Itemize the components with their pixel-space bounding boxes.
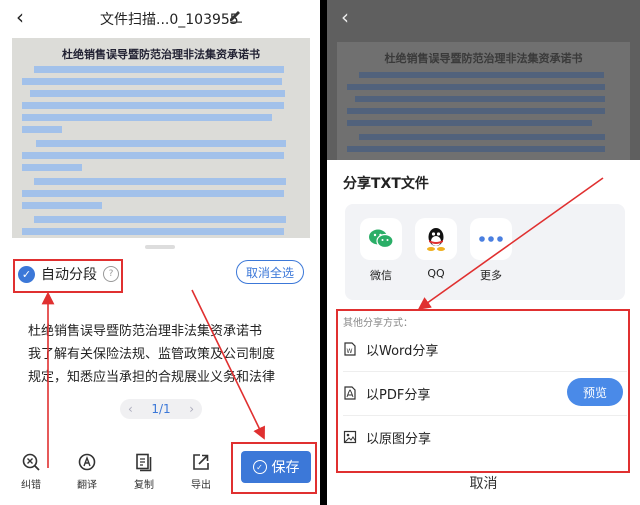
highlight-line — [359, 134, 605, 140]
highlight-line — [22, 102, 284, 109]
copy-icon — [136, 453, 152, 472]
cancel-button[interactable]: 取消 — [327, 473, 640, 493]
toolbar-correct-button[interactable]: 纠错 — [11, 452, 51, 491]
highlight-line — [22, 152, 284, 159]
edit-pencil-icon[interactable] — [228, 7, 244, 23]
highlight-line — [347, 84, 605, 90]
share-qq-button[interactable]: QQ — [414, 218, 458, 280]
highlight-line — [34, 178, 286, 185]
text-line: 规定，知悉应当承担的合规展业义务和法律 — [28, 370, 276, 385]
highlight-line — [22, 114, 272, 121]
toolbar-export-button[interactable]: 导出 — [181, 452, 221, 491]
highlight-line — [34, 66, 284, 73]
text-line: 我了解有关保险法规、监管政策及公司制度 — [28, 347, 276, 362]
recognized-text[interactable]: 杜绝销售误导暨防范治理非法集资承诺书 我了解有关保险法规、监管政策及公司制度 规… — [28, 320, 298, 389]
right-screen: ‹ 杜绝销售误导暨防范治理非法集资承诺书 分享TXT文件 微信 QQ 更多 其他… — [327, 0, 640, 505]
highlight-line — [22, 190, 284, 197]
translate-icon — [78, 453, 96, 471]
back-arrow-icon[interactable]: ‹ — [16, 7, 24, 27]
left-screen: ‹ 文件扫描...0_103955 杜绝销售误导暨防范治理非法集资承诺书 ✓ 自… — [0, 0, 320, 505]
highlight-line — [22, 228, 284, 235]
toolbar-label: 导出 — [191, 480, 211, 491]
share-apps-row: 微信 QQ 更多 — [345, 204, 625, 300]
correct-icon — [22, 453, 40, 471]
highlight-line — [22, 164, 82, 171]
app-label: 更多 — [480, 269, 502, 282]
page-indicator: ‹ 1/1 › — [120, 399, 202, 419]
annotation-box-save — [231, 442, 317, 494]
text-line: 杜绝销售误导暨防范治理非法集资承诺书 — [28, 324, 263, 339]
highlight-line — [22, 202, 102, 209]
export-icon — [193, 454, 209, 470]
toolbar-copy-button[interactable]: 复制 — [124, 452, 164, 491]
next-page-icon[interactable]: › — [189, 402, 194, 416]
scanned-document-image: 杜绝销售误导暨防范治理非法集资承诺书 — [12, 38, 310, 238]
top-bar: ‹ 文件扫描...0_103955 — [0, 0, 320, 36]
annotation-box-auto-paragraph — [13, 259, 123, 293]
highlight-line — [347, 146, 605, 152]
highlight-line — [22, 126, 62, 133]
page-number: 1/1 — [151, 402, 171, 416]
highlight-line — [22, 78, 282, 85]
highlight-line — [30, 90, 285, 97]
share-more-button[interactable]: 更多 — [469, 218, 513, 283]
share-wechat-button[interactable]: 微信 — [359, 218, 403, 283]
dimmed-document-image: 杜绝销售误导暨防范治理非法集资承诺书 — [337, 42, 630, 160]
app-label: QQ — [427, 267, 445, 280]
dimmed-background[interactable]: ‹ 杜绝销售误导暨防范治理非法集资承诺书 — [327, 0, 640, 160]
highlight-line — [347, 120, 592, 126]
wechat-icon — [360, 218, 402, 260]
deselect-all-button[interactable]: 取消全选 — [236, 260, 304, 284]
highlight-line — [36, 140, 286, 147]
toolbar-label: 纠错 — [21, 480, 41, 491]
back-arrow-icon[interactable]: ‹ — [341, 7, 349, 27]
text-result-sheet: ✓ 自动分段 ? 取消全选 杜绝销售误导暨防范治理非法集资承诺书 我了解有关保险… — [0, 240, 320, 505]
share-sheet-title: 分享TXT文件 — [343, 176, 429, 192]
more-icon — [470, 218, 512, 260]
toolbar-translate-button[interactable]: 翻译 — [67, 452, 107, 491]
highlight-line — [34, 216, 286, 223]
highlight-line — [355, 96, 605, 102]
toolbar-label: 翻译 — [77, 480, 97, 491]
page-title: 文件扫描...0_103955 — [100, 12, 239, 28]
drag-handle[interactable] — [145, 245, 175, 249]
highlight-line — [347, 108, 605, 114]
document-title: 杜绝销售误导暨防范治理非法集资承诺书 — [384, 52, 583, 65]
annotation-box-other-share — [336, 309, 630, 473]
qq-icon — [415, 218, 457, 260]
highlight-line — [359, 72, 604, 78]
prev-page-icon[interactable]: ‹ — [128, 402, 133, 416]
document-title: 杜绝销售误导暨防范治理非法集资承诺书 — [62, 48, 260, 61]
toolbar-label: 复制 — [134, 480, 154, 491]
app-label: 微信 — [370, 269, 392, 282]
share-sheet: 分享TXT文件 微信 QQ 更多 其他分享方式： W 以Word分享 以PDF分… — [327, 160, 640, 505]
